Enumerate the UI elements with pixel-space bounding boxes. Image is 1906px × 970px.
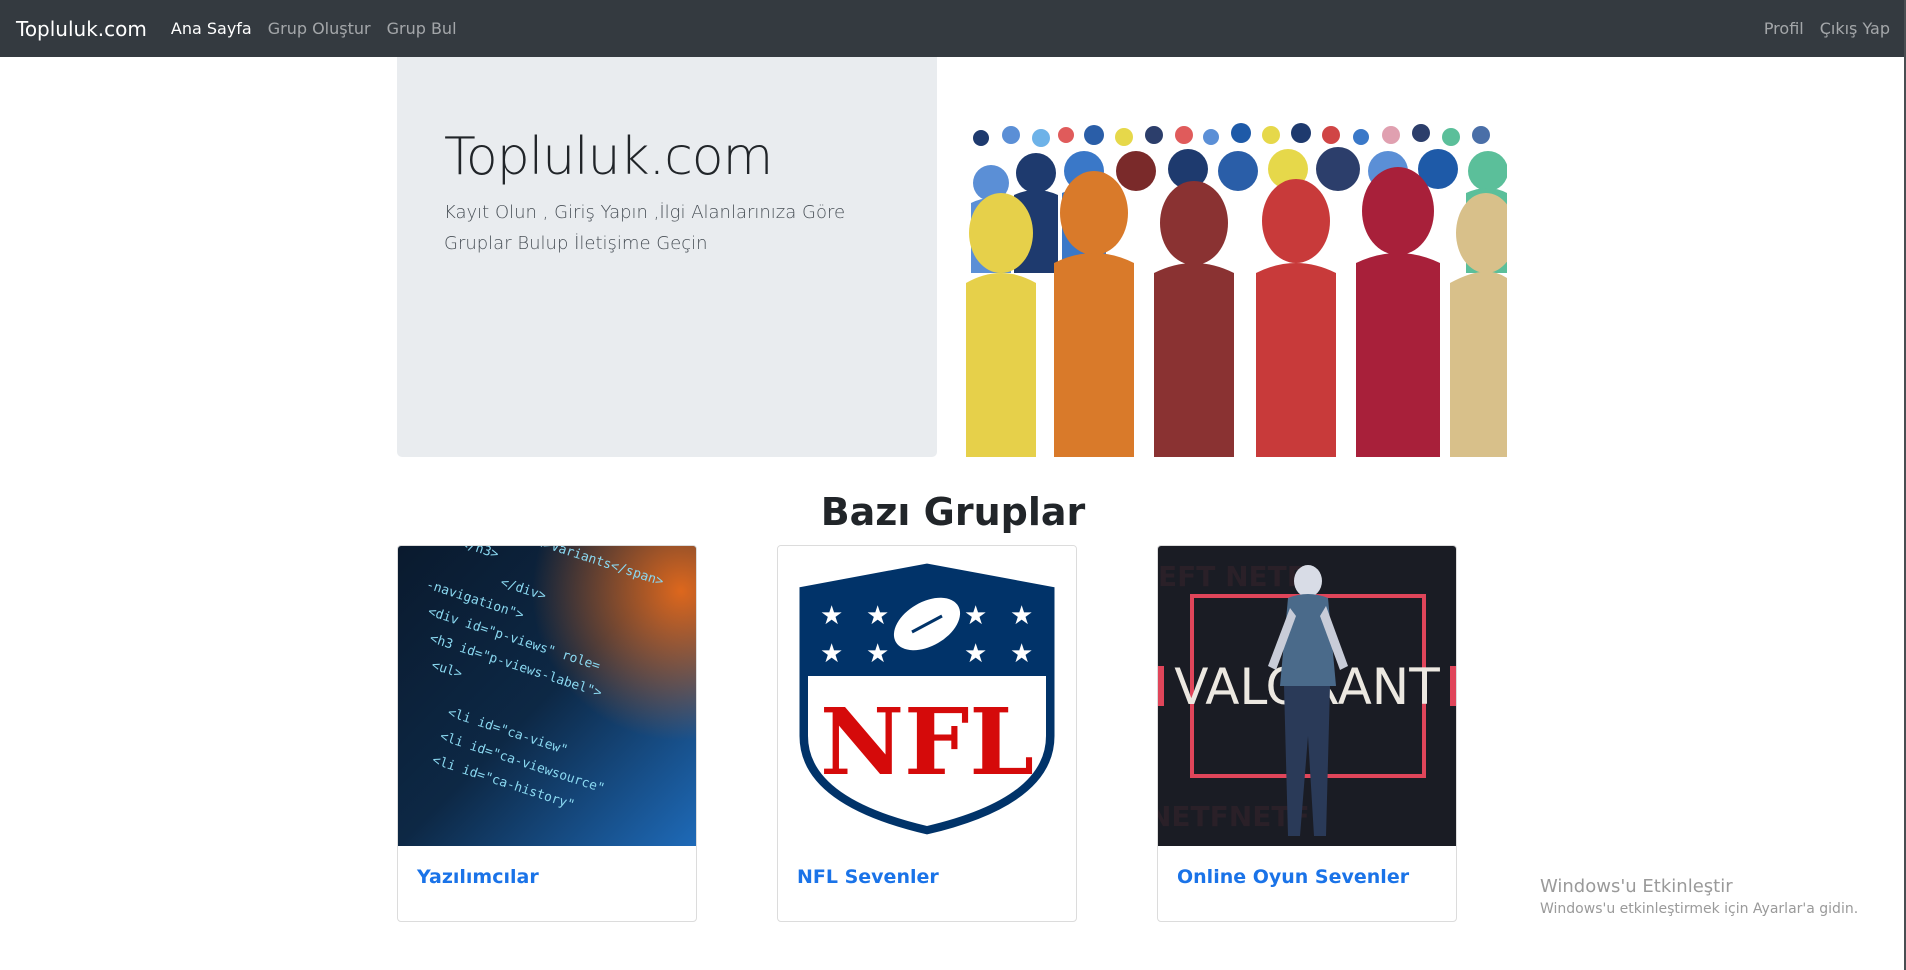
svg-text:EFT NETF: EFT NETF	[1158, 560, 1306, 593]
watermark-line-2: Windows'u etkinleştirmek için Ayarlar'a …	[1540, 901, 1859, 917]
hero-jumbotron: Topluluk.com Kayıt Olun , Giriş Yapın ,İ…	[397, 57, 937, 457]
card-title-nfl[interactable]: NFL Sevenler	[797, 866, 939, 888]
star-icon: ★	[964, 639, 987, 669]
valorant-image: EFT NETF NETFNETF VALORANT	[1158, 546, 1456, 846]
group-card-developers[interactable]: <span>Variants</span> </h3> </div> -navi…	[397, 545, 697, 922]
star-icon: ★	[820, 639, 843, 669]
nav-profile[interactable]: Profil	[1764, 19, 1804, 38]
hero-subtitle: Kayıt Olun , Giriş Yapın ,İlgi Alanların…	[444, 202, 846, 254]
valorant-illustration: EFT NETF NETFNETF VALORANT	[1158, 546, 1456, 846]
card-title-online-games[interactable]: Online Oyun Sevenler	[1177, 866, 1409, 888]
top-navbar: Topluluk.com Ana Sayfa Grup Oluştur Grup…	[0, 0, 1906, 57]
nfl-image: ★ ★ ★ ★ ★ ★ ★ ★ NFL	[778, 546, 1076, 846]
group-card-nfl[interactable]: ★ ★ ★ ★ ★ ★ ★ ★ NFL NFL Sevenler	[777, 545, 1077, 922]
nav-logout[interactable]: Çıkış Yap	[1820, 19, 1890, 38]
nav-right: Profil Çıkış Yap	[1764, 19, 1890, 38]
crowd-illustration	[966, 113, 1507, 457]
card-title-developers[interactable]: Yazılımcılar	[417, 866, 539, 888]
hero-title: Topluluk.com	[444, 127, 773, 187]
group-card-online-games[interactable]: EFT NETF NETFNETF VALORANT Online Oyun S…	[1157, 545, 1457, 922]
star-icon: ★	[866, 639, 889, 669]
svg-text:NETFNETF: NETFNETF	[1158, 800, 1310, 833]
code-illustration: <span>Variants</span> </h3> </div> -navi…	[398, 546, 696, 846]
nav-create-group[interactable]: Grup Oluştur	[268, 19, 371, 38]
code-image: <span>Variants</span> </h3> </div> -navi…	[398, 546, 696, 846]
star-icon: ★	[964, 601, 987, 631]
star-icon: ★	[1010, 639, 1033, 669]
star-icon: ★	[1010, 601, 1033, 631]
nfl-text: NFL	[820, 688, 1034, 796]
nav-links: Ana Sayfa Grup Oluştur Grup Bul	[171, 19, 1764, 38]
star-icon: ★	[820, 601, 843, 631]
nfl-shield-logo: ★ ★ ★ ★ ★ ★ ★ ★ NFL	[778, 546, 1076, 846]
windows-activation-watermark: Windows'u Etkinleştir Windows'u etkinleş…	[1540, 876, 1858, 917]
star-icon: ★	[866, 601, 889, 631]
watermark-line-1: Windows'u Etkinleştir	[1540, 876, 1733, 897]
groups-heading: Bazı Gruplar	[820, 490, 1086, 534]
nav-home[interactable]: Ana Sayfa	[171, 19, 252, 38]
brand-link[interactable]: Topluluk.com	[16, 17, 147, 41]
section-title: Bazı Gruplar	[0, 490, 1906, 534]
nav-find-group[interactable]: Grup Bul	[387, 19, 457, 38]
crowd-image	[966, 113, 1507, 457]
